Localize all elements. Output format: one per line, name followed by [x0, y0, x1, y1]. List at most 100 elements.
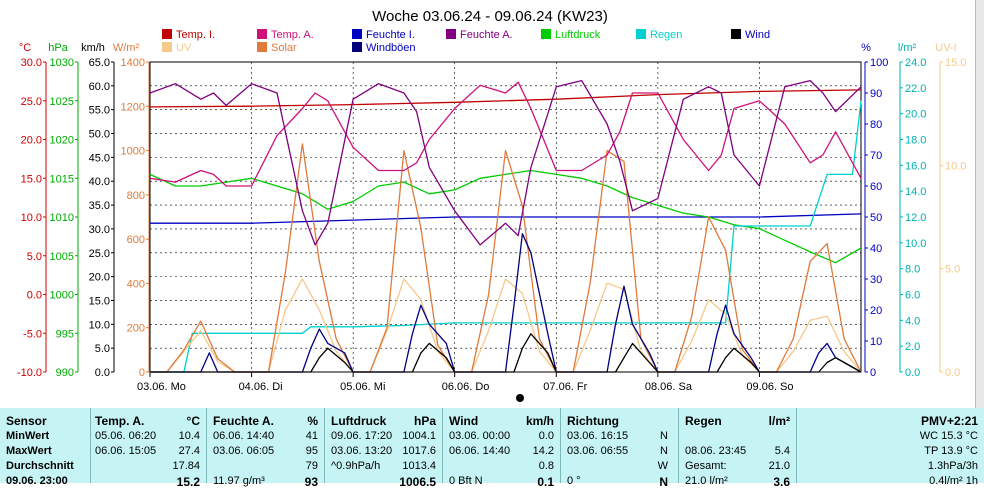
wind-max-time: 06.06. 14:40: [449, 445, 511, 457]
feuchte-max-time: 03.06. 06:05: [213, 445, 275, 457]
y-tick-label-km-h: 25.0: [89, 248, 110, 260]
y-tick-label-km-h: 35.0: [89, 200, 110, 212]
y-tick-label-km-h: 20.0: [89, 272, 110, 284]
temp-min-time: 05.06. 06:20: [95, 430, 157, 442]
time-marker-icon[interactable]: [516, 394, 524, 402]
y-tick-label-l-m: 22.0: [905, 83, 926, 95]
y-tick-label-km-h: 65.0: [89, 57, 110, 69]
x-tick-label: 09.06. So: [746, 381, 793, 393]
y-tick-label-km-h: 45.0: [89, 152, 110, 164]
row-label-avg: Durchschnitt: [6, 460, 74, 472]
row-label-min: MinWert: [6, 430, 50, 442]
stats-header-feuchte: Feuchte A.: [213, 414, 274, 428]
legend-label-feuchte-i: Feuchte I.: [366, 29, 415, 41]
stats-unit-temp: °C: [186, 414, 200, 428]
y-tick-label-km-h: 50.0: [89, 129, 110, 141]
y-tick-label-: 30: [870, 274, 882, 286]
luftdruck-current-value: 1006.5: [399, 475, 436, 489]
luftdruck-min-time: 09.06. 17:20: [331, 430, 393, 442]
pmv-windchill: WC 15.3 °C: [919, 430, 978, 442]
y-tick-label-km-h: 55.0: [89, 105, 110, 117]
legend-swatch-luftdruck: [541, 29, 551, 39]
x-tick-label: 06.06. Do: [442, 381, 490, 393]
axis-unit-c: °C: [19, 42, 31, 54]
richtung-current-value: N: [659, 475, 668, 489]
y-tick-label-uv-i: 0.0: [945, 367, 960, 379]
stats-unit-feuchte: %: [307, 414, 318, 428]
vertical-scrollbar[interactable]: [975, 0, 984, 408]
y-tick-label-l-m: 24.0: [905, 57, 926, 69]
feuchte-min-time: 06.06. 14:40: [213, 430, 275, 442]
richtung-avg-value: W: [657, 460, 668, 472]
axis-unit-uv-i: UV-I: [935, 42, 956, 54]
weather-chart: Woche 03.06.24 - 09.06.24 (KW23) Temp. I…: [0, 0, 984, 408]
feuchte-abs-value: 11.97 g/m³: [213, 475, 265, 487]
y-tick-label-w-m: 1000: [121, 146, 145, 158]
y-tick-label-hpa: 1020: [50, 135, 74, 147]
wind-bft: 0 Bft N: [449, 475, 483, 487]
richtung-min-time: 03.06. 16:15: [567, 430, 629, 442]
y-tick-label-l-m: 10.0: [905, 238, 926, 250]
y-tick-label-hpa: 1030: [50, 57, 74, 69]
stats-col-wind: Wind km/h 03.06. 00:00 0.0 06.06. 14:40 …: [442, 408, 560, 489]
axis-unit-km-h: km/h: [81, 42, 105, 54]
y-tick-label-: 0: [870, 367, 876, 379]
y-tick-label-w-m: 400: [127, 278, 145, 290]
regen-max-value: 5.4: [774, 445, 790, 457]
stats-col-richtung: Richtung 03.06. 16:15 N 03.06. 06:55 N W…: [560, 408, 678, 489]
x-tick-label: 04.06. Di: [239, 381, 283, 393]
y-tick-label-l-m: 16.0: [905, 160, 926, 172]
y-tick-label-: 60: [870, 181, 882, 193]
chart-title: Woche 03.06.24 - 09.06.24 (KW23): [372, 8, 608, 25]
y-tick-label-c: -5.0: [23, 328, 42, 340]
y-tick-label-c: 10.0: [21, 212, 42, 224]
stats-unit-regen: l/m²: [768, 414, 790, 428]
legend-swatch-feuchte-i: [352, 29, 362, 39]
stats-header-temp: Temp. A.: [95, 414, 145, 428]
wind-avg-value: 0.8: [538, 460, 554, 472]
y-tick-label-: 90: [870, 88, 882, 100]
y-tick-label-l-m: 20.0: [905, 109, 926, 121]
y-tick-label-w-m: 800: [127, 190, 145, 202]
stats-table: Sensor MinWert MaxWert Durchschnitt 09.0…: [0, 408, 984, 489]
y-tick-label-c: 30.0: [21, 57, 42, 69]
legend-swatch-windb-en: [352, 42, 362, 52]
legend-swatch-wind: [731, 29, 741, 39]
y-tick-label-hpa: 995: [56, 328, 74, 340]
y-tick-label-: 50: [870, 212, 882, 224]
y-tick-label-km-h: 0.0: [95, 367, 110, 379]
feuchte-current-value: 93: [304, 475, 318, 489]
y-tick-label-c: 20.0: [21, 135, 42, 147]
wind-max-value: 14.2: [532, 445, 554, 457]
luftdruck-max-time: 03.06. 13:20: [331, 445, 393, 457]
y-tick-label-km-h: 15.0: [89, 295, 110, 307]
y-tick-label-w-m: 1400: [121, 57, 145, 69]
temp-max-value: 27.4: [178, 445, 200, 457]
y-tick-label-km-h: 5.0: [95, 343, 110, 355]
stats-col-temp: Temp. A. °C 05.06. 06:20 10.4 06.06. 15:…: [90, 408, 206, 489]
y-tick-label-: 10: [870, 336, 882, 348]
y-tick-label-: 20: [870, 305, 882, 317]
y-tick-label-c: -10.0: [17, 367, 42, 379]
y-tick-label-l-m: 14.0: [905, 186, 926, 198]
y-tick-label-: 70: [870, 150, 882, 162]
y-tick-label-c: 5.0: [27, 251, 42, 263]
feuchte-max-value: 95: [305, 445, 318, 457]
x-tick-label: 07.06. Fr: [543, 381, 587, 393]
pmv-dewpoint: TP 13.9 °C: [924, 445, 978, 457]
stats-unit-luftdruck: hPa: [413, 414, 436, 428]
stats-header-richtung: Richtung: [567, 414, 619, 428]
luftdruck-max-value: 1017.6: [402, 445, 436, 457]
wind-current-value: 0.1: [537, 475, 554, 489]
y-tick-label-w-m: 200: [127, 323, 145, 335]
y-tick-label-c: 15.0: [21, 173, 42, 185]
stats-col-luftdruck: Luftdruck hPa 09.06. 17:20 1004.1 03.06.…: [324, 408, 442, 489]
wind-min-value: 0.0: [538, 430, 554, 442]
legend-label-wind: Wind: [745, 29, 770, 41]
richtung-max-value: N: [660, 445, 668, 457]
richtung-degrees: 0 °: [567, 475, 581, 487]
legend-label-uv: UV: [176, 42, 192, 54]
y-tick-label-hpa: 1025: [50, 96, 74, 108]
legend-swatch-regen: [636, 29, 646, 39]
y-tick-label-l-m: 18.0: [905, 135, 926, 147]
